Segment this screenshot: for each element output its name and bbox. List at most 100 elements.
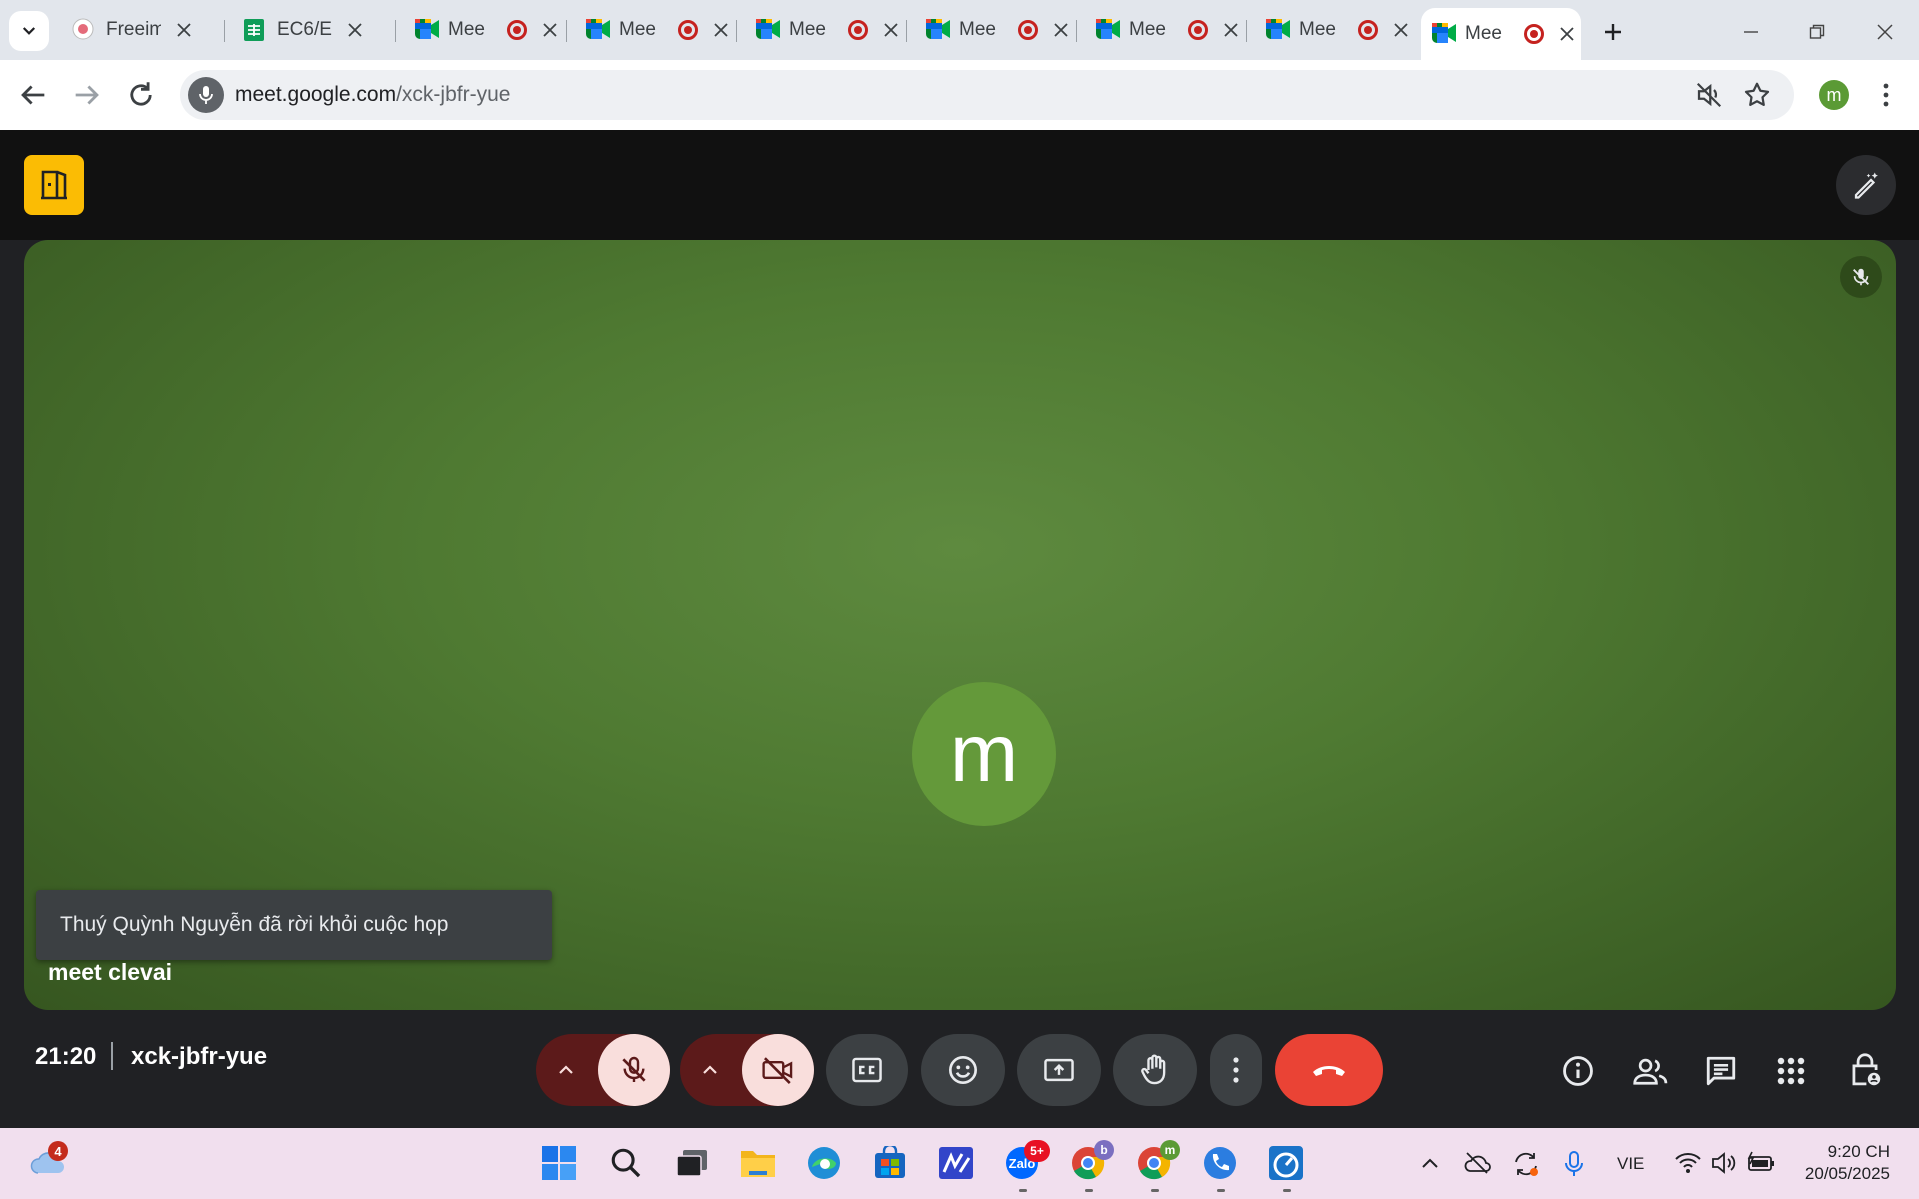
app-m-button[interactable]	[936, 1143, 976, 1183]
browser-menu-button[interactable]	[1874, 80, 1898, 110]
file-explorer-button[interactable]	[738, 1143, 778, 1183]
tab-close-button[interactable]	[1220, 19, 1242, 41]
store-button[interactable]	[870, 1143, 910, 1183]
tab-close-button[interactable]	[1556, 23, 1578, 45]
battery-charging-icon	[1746, 1150, 1776, 1176]
reload-button[interactable]	[124, 78, 158, 112]
close-window-button[interactable]	[1869, 16, 1901, 48]
tab-close-button[interactable]	[1050, 19, 1072, 41]
present-screen-button[interactable]	[1017, 1034, 1101, 1106]
microphone-icon	[198, 85, 214, 105]
more-options-button[interactable]	[1210, 1034, 1262, 1106]
browser-tab-5[interactable]: Mee	[745, 10, 898, 50]
browser-tab-4[interactable]: Mee	[575, 10, 728, 50]
recording-icon	[1188, 20, 1208, 40]
start-button[interactable]	[539, 1143, 579, 1183]
task-view-button[interactable]	[672, 1143, 712, 1183]
tab-title: EC6/ET6	[277, 19, 332, 40]
mic-toggle-button[interactable]	[598, 1034, 670, 1106]
back-button[interactable]	[16, 78, 50, 112]
browser-tab-7[interactable]: Mee	[1085, 10, 1238, 50]
bookmark-button[interactable]	[1742, 80, 1772, 110]
browser-tab-9[interactable]: Mee	[1421, 8, 1581, 60]
tab-title: Mee	[789, 19, 826, 40]
phone-app-button[interactable]	[1200, 1143, 1240, 1183]
url-path: /xck-jbfr-yue	[396, 83, 511, 106]
minimize-button[interactable]	[1735, 16, 1767, 48]
camera-off-icon	[761, 1054, 795, 1086]
browser-tab-1[interactable]: Freeima	[62, 10, 212, 50]
show-hidden-icons-button[interactable]	[1419, 1152, 1441, 1174]
battery-status[interactable]	[1746, 1150, 1776, 1176]
browser-tab-8[interactable]: Mee	[1255, 10, 1408, 50]
pen-app-icon	[938, 1146, 974, 1180]
new-tab-button[interactable]	[1597, 16, 1629, 48]
tab-close-button[interactable]	[1390, 19, 1412, 41]
lock-person-icon	[1848, 1052, 1884, 1088]
tab-strip: Freeima EC6/ET6 Mee Mee Mee Mee Mee Mee Mee	[0, 0, 1919, 60]
site-info-button[interactable]	[188, 77, 224, 113]
zalo-badge: 5+	[1024, 1140, 1050, 1162]
tab-title: Mee	[448, 19, 485, 40]
running-indicator	[1019, 1189, 1027, 1192]
tab-title: Freeima	[106, 19, 161, 40]
chat-icon	[1704, 1054, 1740, 1088]
raise-hand-button[interactable]	[1113, 1034, 1197, 1106]
system-clock[interactable]: 9:20 CH 20/05/2025	[1798, 1141, 1890, 1185]
tab-close-button[interactable]	[710, 19, 732, 41]
browser-tab-2[interactable]: EC6/ET6	[233, 10, 383, 50]
browser-tab-3[interactable]: Mee	[404, 10, 557, 50]
profile-avatar[interactable]: m	[1819, 80, 1849, 110]
search-button[interactable]	[606, 1143, 646, 1183]
tab-title: Mee	[1129, 19, 1166, 40]
video-options-button[interactable]	[692, 1052, 728, 1088]
more-vert-icon	[1231, 1056, 1241, 1084]
network-status[interactable]	[1674, 1150, 1702, 1176]
tab-close-button[interactable]	[539, 19, 561, 41]
close-icon	[1394, 23, 1408, 37]
meet-icon	[585, 18, 610, 42]
tab-separator	[906, 20, 907, 42]
speaker-icon	[1710, 1150, 1738, 1176]
sync-status[interactable]	[1512, 1150, 1540, 1178]
speedtest-app-button[interactable]	[1266, 1143, 1306, 1183]
tab-close-button[interactable]	[880, 19, 902, 41]
audio-options-button[interactable]	[548, 1052, 584, 1088]
host-controls-button[interactable]	[1848, 1052, 1884, 1090]
microphone-in-use[interactable]	[1562, 1150, 1586, 1178]
tab-separator	[224, 20, 225, 42]
meeting-time: 21:20	[35, 1043, 97, 1070]
companion-mode-button[interactable]	[24, 155, 84, 215]
speaker-muted-icon	[1694, 80, 1724, 110]
url-host: meet.google.com	[235, 83, 397, 106]
meeting-details-button[interactable]	[1561, 1054, 1597, 1090]
recording-icon	[1524, 24, 1544, 44]
chevron-up-icon	[701, 1061, 719, 1079]
tab-close-button[interactable]	[173, 19, 195, 41]
input-language[interactable]: VIE	[1617, 1154, 1644, 1174]
address-bar[interactable]: meet.google.com/xck-jbfr-yue	[180, 70, 1794, 120]
effects-button[interactable]	[1836, 155, 1896, 215]
edge-button[interactable]	[804, 1143, 844, 1183]
onedrive-status[interactable]	[1463, 1150, 1491, 1176]
mic-off-icon	[618, 1054, 650, 1086]
captions-button[interactable]	[826, 1034, 908, 1106]
tab-separator	[566, 20, 567, 42]
forward-button[interactable]	[70, 78, 104, 112]
browser-tab-6[interactable]: Mee	[915, 10, 1068, 50]
reactions-button[interactable]	[921, 1034, 1005, 1106]
close-icon	[177, 23, 191, 37]
chat-button[interactable]	[1704, 1054, 1740, 1090]
tab-search-button[interactable]	[9, 11, 49, 51]
camera-toggle-button[interactable]	[742, 1034, 814, 1106]
tab-close-button[interactable]	[344, 19, 366, 41]
magic-pen-icon	[1851, 170, 1881, 200]
meet-icon	[414, 18, 439, 42]
restore-button[interactable]	[1801, 16, 1833, 48]
activities-button[interactable]	[1776, 1056, 1808, 1088]
people-button[interactable]	[1632, 1054, 1672, 1090]
volume-status[interactable]	[1710, 1150, 1738, 1176]
tab-muted-button[interactable]	[1694, 80, 1724, 110]
restore-icon	[1809, 24, 1825, 40]
leave-call-button[interactable]	[1275, 1034, 1383, 1106]
